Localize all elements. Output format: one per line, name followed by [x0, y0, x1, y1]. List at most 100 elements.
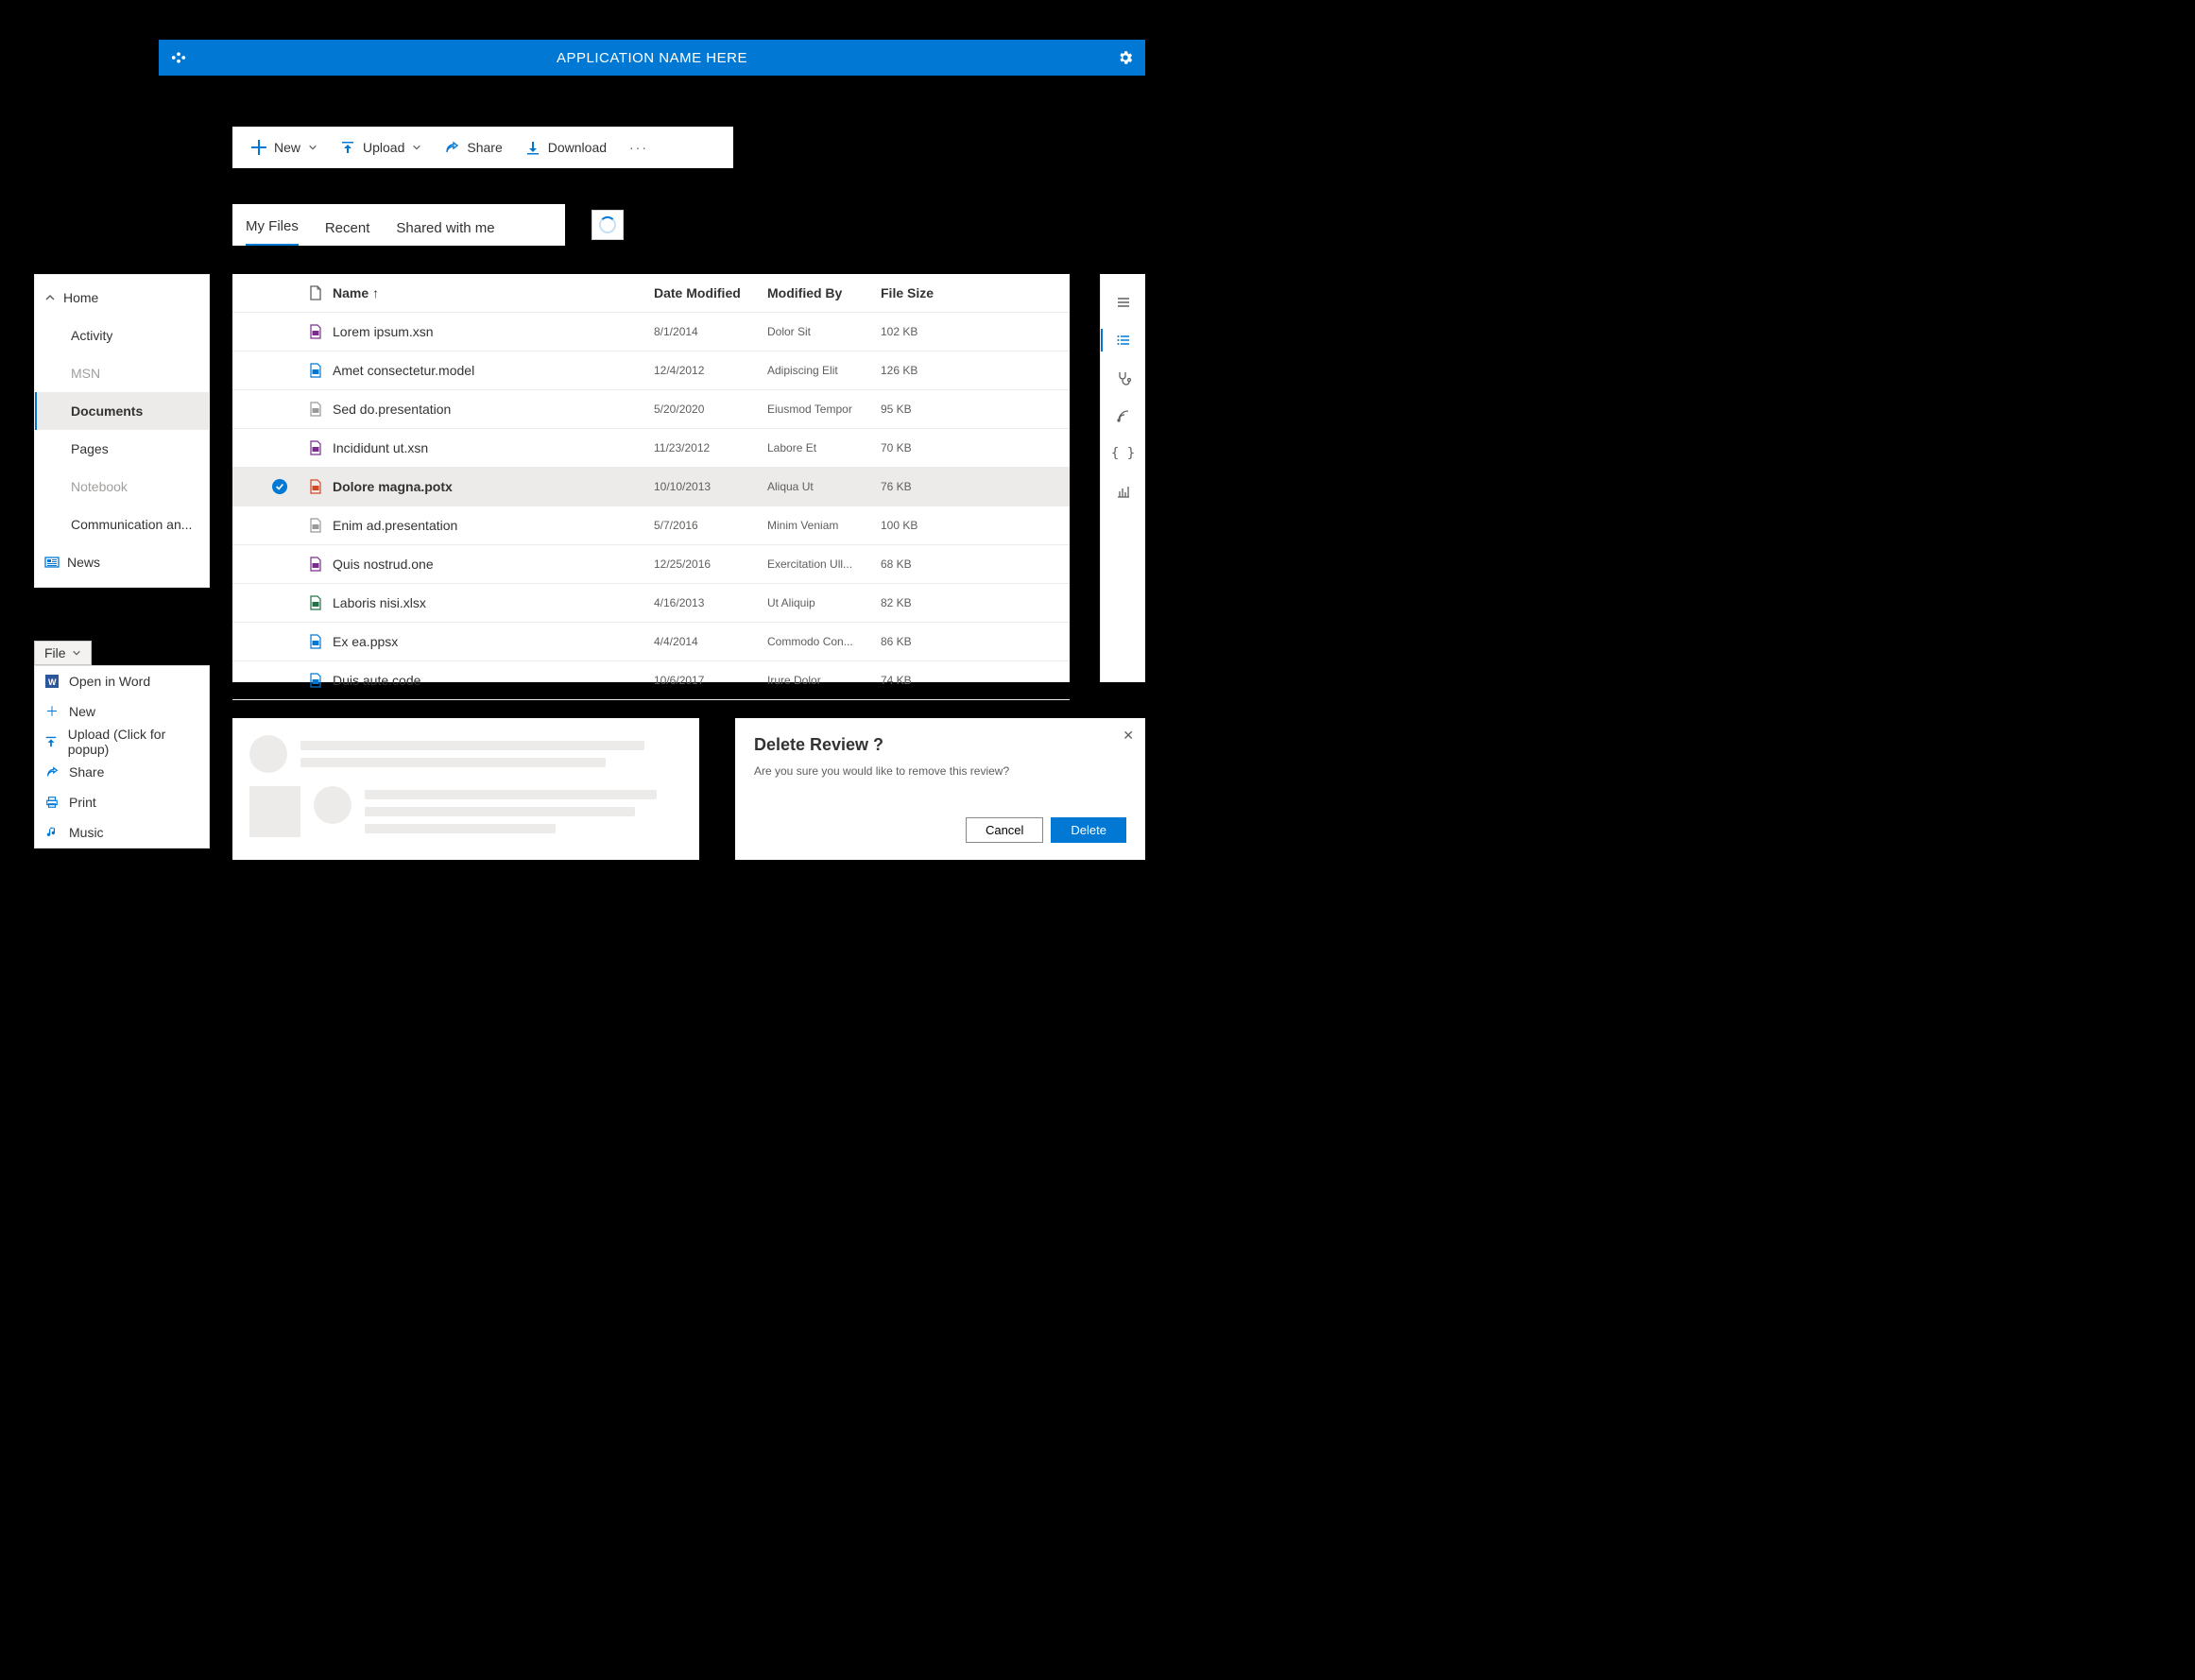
table-row[interactable]: Ex ea.ppsx4/4/2014Commodo Con...86 KB: [232, 623, 1070, 661]
print-icon: [44, 796, 60, 809]
file-date: 12/4/2012: [654, 364, 767, 377]
file-type-icon: [299, 402, 333, 417]
file-modby: Ut Aliquip: [767, 596, 881, 609]
download-button[interactable]: Download: [516, 127, 616, 168]
nav-news[interactable]: News: [35, 543, 209, 581]
pivot-tabs: My Files Recent Shared with me: [232, 204, 565, 246]
waffle-icon[interactable]: [170, 49, 187, 66]
file-modby: Labore Et: [767, 441, 881, 454]
file-icon-header[interactable]: [299, 285, 333, 300]
table-row[interactable]: Sed do.presentation5/20/2020Eiusmod Temp…: [232, 390, 1070, 429]
file-date: 5/20/2020: [654, 403, 767, 416]
menu-open-in-word[interactable]: WOpen in Word: [35, 666, 209, 696]
rail-list[interactable]: [1101, 321, 1146, 359]
file-date: 4/4/2014: [654, 635, 767, 648]
check-icon: [272, 479, 287, 494]
table-row[interactable]: Lorem ipsum.xsn8/1/2014Dolor Sit102 KB: [232, 313, 1070, 351]
settings-icon[interactable]: [1117, 49, 1134, 66]
upload-icon: [340, 140, 355, 155]
tab-my-files[interactable]: My Files: [246, 207, 299, 246]
tab-recent[interactable]: Recent: [325, 209, 370, 246]
nav-communication[interactable]: Communication an...: [35, 506, 209, 543]
right-rail: { }: [1100, 274, 1145, 682]
share-icon: [444, 140, 459, 155]
rail-chart[interactable]: [1101, 472, 1146, 510]
music-icon: [44, 826, 60, 839]
file-name: Incididunt ut.xsn: [333, 440, 654, 455]
upload-icon: [44, 735, 59, 748]
nav-msn[interactable]: MSN: [35, 354, 209, 392]
plus-icon: [251, 140, 266, 155]
nav-activity[interactable]: Activity: [35, 317, 209, 354]
col-modby[interactable]: Modified By: [767, 285, 881, 300]
menu-share[interactable]: Share: [35, 757, 209, 787]
table-row[interactable]: Quis nostrud.one12/25/2016Exercitation U…: [232, 545, 1070, 584]
chevron-down-icon: [308, 143, 317, 152]
menu-new[interactable]: ＋New: [35, 696, 209, 727]
cancel-button[interactable]: Cancel: [966, 817, 1043, 843]
new-button[interactable]: New: [242, 127, 327, 168]
file-date: 10/6/2017: [654, 674, 767, 687]
news-icon: [44, 555, 60, 570]
menu-print[interactable]: Print: [35, 787, 209, 817]
table-row[interactable]: Laboris nisi.xlsx4/16/2013Ut Aliquip82 K…: [232, 584, 1070, 623]
file-modby: Dolor Sit: [767, 325, 881, 338]
delete-dialog: ✕ Delete Review ? Are you sure you would…: [735, 718, 1145, 860]
file-date: 4/16/2013: [654, 596, 767, 609]
file-menu-button[interactable]: File: [34, 641, 92, 665]
command-bar: New Upload Share Download ···: [232, 127, 733, 168]
col-size[interactable]: File Size: [881, 285, 966, 300]
menu-music[interactable]: Music: [35, 817, 209, 848]
table-row[interactable]: Dolore magna.potx10/10/2013Aliqua Ut76 K…: [232, 468, 1070, 506]
file-date: 11/23/2012: [654, 441, 767, 454]
file-type-icon: [299, 557, 333, 572]
rail-hamburger[interactable]: [1101, 283, 1146, 321]
file-list: Name ↑ Date Modified Modified By File Si…: [232, 274, 1070, 682]
chevron-up-icon: [44, 292, 56, 303]
table-row[interactable]: Amet consectetur.model12/4/2012Adipiscin…: [232, 351, 1070, 390]
file-name: Ex ea.ppsx: [333, 634, 654, 649]
file-type-icon: [299, 595, 333, 610]
close-icon[interactable]: ✕: [1123, 728, 1134, 744]
file-date: 10/10/2013: [654, 480, 767, 493]
file-type-icon: [299, 479, 333, 494]
file-date: 12/25/2016: [654, 557, 767, 571]
col-name[interactable]: Name ↑: [333, 285, 654, 300]
word-icon: W: [44, 675, 60, 688]
upload-button[interactable]: Upload: [331, 127, 431, 168]
delete-button[interactable]: Delete: [1051, 817, 1126, 843]
file-name: Dolore magna.potx: [333, 479, 654, 494]
menu-upload[interactable]: Upload (Click for popup): [35, 727, 209, 757]
table-row[interactable]: Enim ad.presentation5/7/2016Minim Veniam…: [232, 506, 1070, 545]
file-modby: Exercitation Ull...: [767, 557, 881, 571]
dialog-title: Delete Review ?: [754, 735, 1126, 755]
nav-documents[interactable]: Documents: [35, 392, 209, 430]
file-date: 5/7/2016: [654, 519, 767, 532]
chevron-down-icon: [412, 143, 421, 152]
file-size: 95 KB: [881, 403, 966, 416]
file-name: Laboris nisi.xlsx: [333, 595, 654, 610]
nav-notebook[interactable]: Notebook: [35, 468, 209, 506]
app-title: APPLICATION NAME HERE: [187, 50, 1117, 66]
download-icon: [525, 140, 540, 155]
file-type-icon: [299, 634, 333, 649]
tab-shared[interactable]: Shared with me: [396, 209, 494, 246]
nav-pages[interactable]: Pages: [35, 430, 209, 468]
file-modby: Minim Veniam: [767, 519, 881, 532]
dialog-body: Are you sure you would like to remove th…: [754, 764, 1126, 778]
file-name: Lorem ipsum.xsn: [333, 324, 654, 339]
plus-icon: ＋: [44, 702, 60, 721]
table-row[interactable]: Incididunt ut.xsn11/23/2012Labore Et70 K…: [232, 429, 1070, 468]
rail-stethoscope[interactable]: [1101, 359, 1146, 397]
more-button[interactable]: ···: [620, 127, 658, 168]
rail-signal[interactable]: [1101, 397, 1146, 435]
file-name: Enim ad.presentation: [333, 518, 654, 533]
rail-braces[interactable]: { }: [1101, 435, 1146, 472]
shimmer-thumbnail: [249, 786, 300, 837]
svg-text:W: W: [48, 677, 57, 687]
nav-home[interactable]: Home: [35, 279, 209, 317]
col-date[interactable]: Date Modified: [654, 285, 767, 300]
file-size: 74 KB: [881, 674, 966, 687]
share-button[interactable]: Share: [435, 127, 511, 168]
table-row[interactable]: Duis aute.code10/6/2017Irure Dolor74 KB: [232, 661, 1070, 700]
